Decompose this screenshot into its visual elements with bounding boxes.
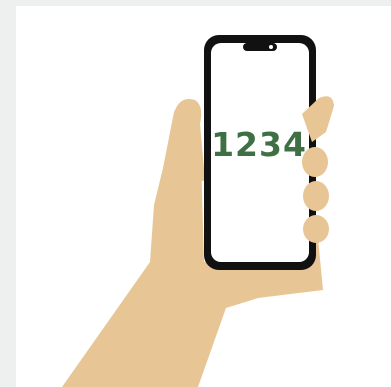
finger-2 (303, 181, 329, 211)
camera-dot (269, 45, 273, 49)
finger-3 (303, 215, 329, 243)
hand-holding-phone-icon: 1234 (62, 35, 334, 387)
illustration-canvas: 1234 (0, 0, 391, 387)
screen-code: 1234 (211, 125, 307, 164)
